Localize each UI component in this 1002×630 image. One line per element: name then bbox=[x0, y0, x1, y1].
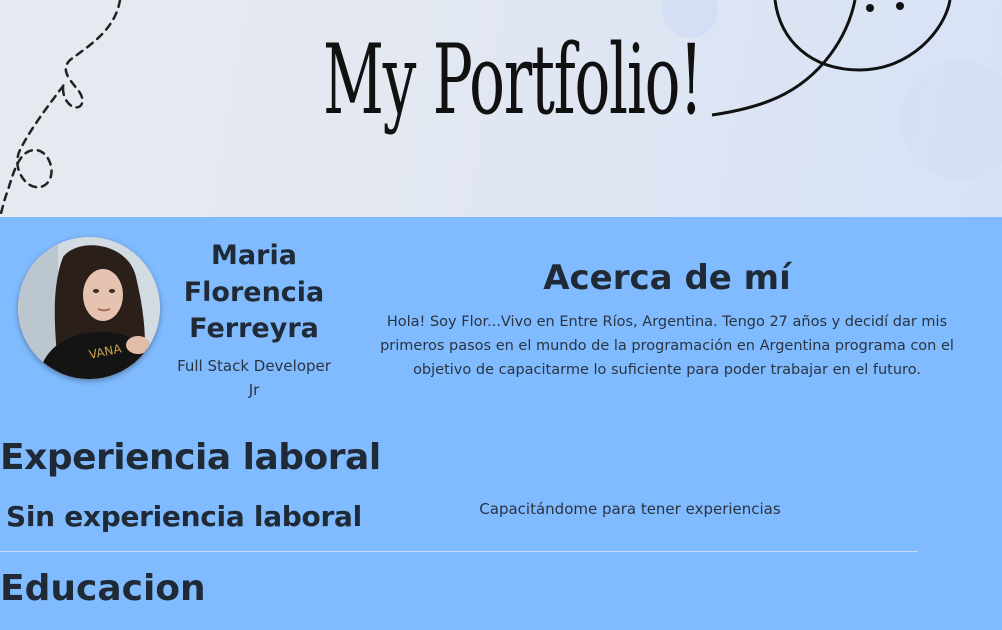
banner-title: My Portfolio! bbox=[323, 24, 703, 136]
experience-item-note: Capacitándome para tener experiencias bbox=[479, 500, 781, 518]
portfolio-banner: My Portfolio! bbox=[0, 0, 1002, 217]
section-divider bbox=[0, 551, 918, 552]
about-title: Acerca de mí bbox=[543, 258, 791, 298]
about-text: Hola! Soy Flor...Vivo en Entre Ríos, Arg… bbox=[380, 314, 954, 378]
profile-name: Maria Florencia Ferreyra bbox=[183, 240, 325, 344]
education-title: Educacion bbox=[0, 568, 206, 609]
experience-item-title: Sin experiencia laboral bbox=[6, 500, 362, 533]
profile-photo: VANA bbox=[18, 237, 160, 379]
profile-avatar: VANA bbox=[18, 237, 160, 379]
profile-role: Full Stack Developer Jr bbox=[177, 357, 331, 399]
experience-title: Experiencia laboral bbox=[0, 437, 381, 478]
